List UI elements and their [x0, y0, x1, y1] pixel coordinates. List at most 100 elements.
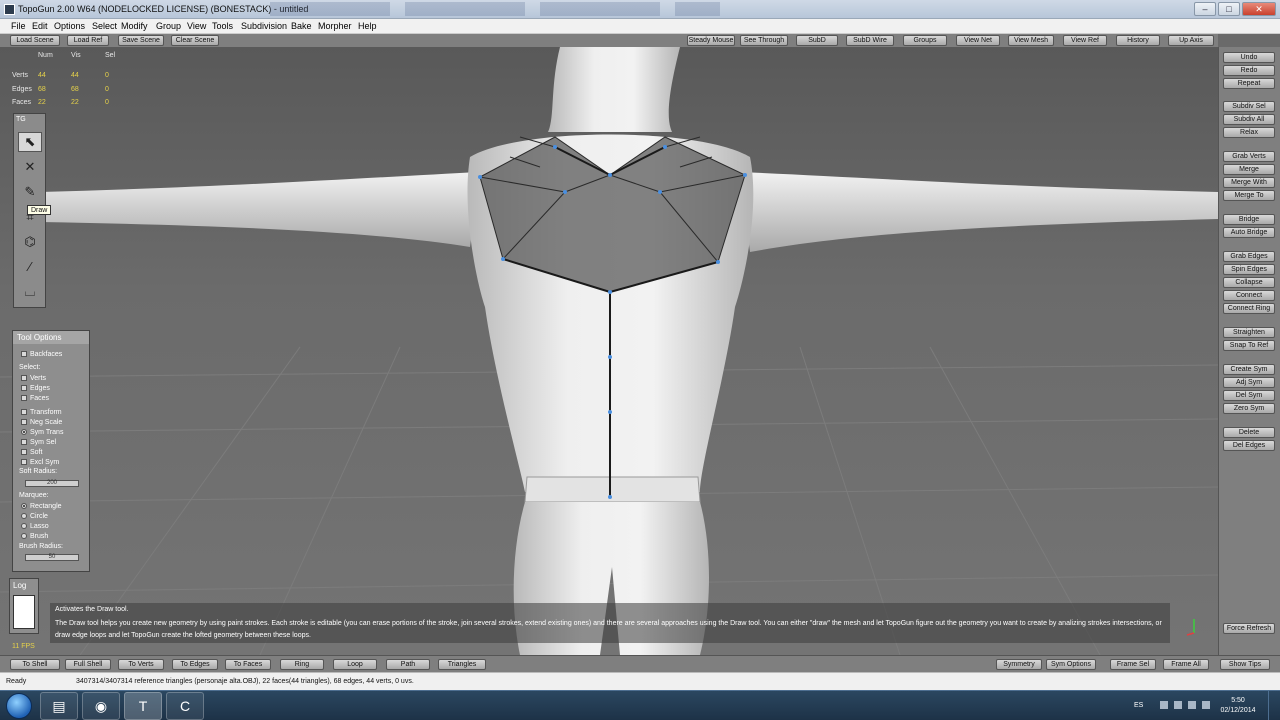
delete-button[interactable]: Delete [1223, 427, 1275, 438]
view-mesh-button[interactable]: View Mesh [1008, 35, 1054, 46]
folder-icon[interactable]: ▤ [40, 692, 78, 720]
create-sym-button[interactable]: Create Sym [1223, 364, 1275, 375]
menu-select[interactable]: Select [92, 21, 117, 31]
menu-help[interactable]: Help [358, 21, 377, 31]
merge-with-button[interactable]: Merge With [1223, 177, 1275, 188]
select-verts-checkbox[interactable]: Verts [21, 375, 46, 382]
frame-sel-button[interactable]: Frame Sel [1110, 659, 1156, 670]
groups-button[interactable]: Groups [903, 35, 947, 46]
log-output[interactable] [13, 595, 35, 629]
topogun-icon[interactable]: T [124, 692, 162, 720]
grab-verts-button[interactable]: Grab Verts [1223, 151, 1275, 162]
snap-to-ref-button[interactable]: Snap To Ref [1223, 340, 1275, 351]
merge-to-button[interactable]: Merge To [1223, 190, 1275, 201]
history-button[interactable]: History [1116, 35, 1160, 46]
menu-edit[interactable]: Edit [32, 21, 48, 31]
start-button-icon[interactable] [6, 693, 32, 719]
select-edges-checkbox[interactable]: Edges [21, 385, 50, 392]
marquee-rectangle-radio[interactable]: Rectangle [21, 503, 62, 510]
marquee-circle-radio[interactable]: Circle [21, 513, 48, 520]
repeat-button[interactable]: Repeat [1223, 78, 1275, 89]
collapse-button[interactable]: Collapse [1223, 277, 1275, 288]
zero-sym-button[interactable]: Zero Sym [1223, 403, 1275, 414]
menu-tools[interactable]: Tools [212, 21, 233, 31]
select-arrow-icon[interactable]: ⬉ [18, 132, 42, 152]
load-scene-button[interactable]: Load Scene [10, 35, 60, 46]
to-faces-button[interactable]: To Faces [225, 659, 271, 670]
auto-bridge-button[interactable]: Auto Bridge [1223, 227, 1275, 238]
chrome-icon[interactable]: ◉ [82, 692, 120, 720]
menu-subdivision[interactable]: Subdivision [241, 21, 287, 31]
transform-checkbox[interactable]: Transform [21, 409, 62, 416]
triangles-button[interactable]: Triangles [438, 659, 486, 670]
language-indicator[interactable]: ES [1134, 702, 1143, 709]
symmetry-button[interactable]: Symmetry [996, 659, 1042, 670]
ring-button[interactable]: Ring [280, 659, 324, 670]
redo-button[interactable]: Redo [1223, 65, 1275, 76]
show-desktop-button[interactable] [1268, 691, 1280, 720]
x-cross-icon[interactable]: ✕ [18, 157, 42, 177]
del-sym-button[interactable]: Del Sym [1223, 390, 1275, 401]
volume-icon[interactable] [1202, 701, 1210, 709]
see-through-button[interactable]: See Through [740, 35, 788, 46]
connect-ring-button[interactable]: Connect Ring [1223, 303, 1275, 314]
sym-options-button[interactable]: Sym Options [1046, 659, 1096, 670]
view-net-button[interactable]: View Net [956, 35, 1000, 46]
menu-modify[interactable]: Modify [121, 21, 148, 31]
close-button[interactable]: ✕ [1242, 2, 1276, 16]
flag-icon[interactable] [1174, 701, 1182, 709]
clock-time[interactable]: 5:50 [1218, 697, 1258, 704]
clear-scene-button[interactable]: Clear Scene [171, 35, 219, 46]
minimize-button[interactable]: – [1194, 2, 1216, 16]
subd-wire-button[interactable]: SubD Wire [846, 35, 894, 46]
menu-group[interactable]: Group [156, 21, 181, 31]
straighten-button[interactable]: Straighten [1223, 327, 1275, 338]
connect-button[interactable]: Connect [1223, 290, 1275, 301]
rectangle-tool-icon[interactable]: ⌴ [18, 282, 42, 302]
to-shell-button[interactable]: To Shell [10, 659, 60, 670]
full-shell-button[interactable]: Full Shell [65, 659, 111, 670]
subdiv-all-button[interactable]: Subdiv All [1223, 114, 1275, 125]
to-verts-button[interactable]: To Verts [118, 659, 164, 670]
3d-viewport[interactable] [0, 47, 1218, 655]
sym-sel-checkbox[interactable]: Sym Sel [21, 439, 56, 446]
bridge-button[interactable]: Bridge [1223, 214, 1275, 225]
subdiv-sel-button[interactable]: Subdiv Sel [1223, 101, 1275, 112]
steady-mouse-button[interactable]: Steady Mouse [687, 35, 735, 46]
force-refresh-button[interactable]: Force Refresh [1223, 623, 1275, 634]
soft-radius-slider[interactable]: 200 [25, 480, 79, 487]
merge-button[interactable]: Merge [1223, 164, 1275, 175]
backfaces-checkbox[interactable]: Backfaces [21, 351, 62, 358]
draw-pencil-icon[interactable]: ✎ [18, 182, 42, 202]
clock-date[interactable]: 02/12/2014 [1218, 707, 1258, 714]
neg-scale-checkbox[interactable]: Neg Scale [21, 419, 62, 426]
select-faces-checkbox[interactable]: Faces [21, 395, 49, 402]
excl-sym-checkbox[interactable]: Excl Sym [21, 459, 59, 466]
menu-morpher[interactable]: Morpher [318, 21, 352, 31]
brush-radius-slider[interactable]: 50 [25, 554, 79, 561]
menu-options[interactable]: Options [54, 21, 85, 31]
save-scene-button[interactable]: Save Scene [118, 35, 164, 46]
del-edges-button[interactable]: Del Edges [1223, 440, 1275, 451]
marquee-brush-radio[interactable]: Brush [21, 533, 48, 540]
frame-all-button[interactable]: Frame All [1163, 659, 1209, 670]
subd-button[interactable]: SubD [796, 35, 838, 46]
show-tips-button[interactable]: Show Tips [1220, 659, 1270, 670]
sym-trans-radio[interactable]: Sym Trans [21, 429, 63, 436]
network-icon[interactable] [1188, 701, 1196, 709]
adj-sym-button[interactable]: Adj Sym [1223, 377, 1275, 388]
camtasia-icon[interactable]: C [166, 692, 204, 720]
relax-button[interactable]: Relax [1223, 127, 1275, 138]
tray-icon[interactable] [1160, 701, 1168, 709]
to-edges-button[interactable]: To Edges [172, 659, 218, 670]
load-ref-button[interactable]: Load Ref [67, 35, 109, 46]
menu-bake[interactable]: Bake [291, 21, 312, 31]
brush-icon[interactable]: ∕ [18, 257, 42, 277]
marquee-lasso-radio[interactable]: Lasso [21, 523, 49, 530]
spin-edges-button[interactable]: Spin Edges [1223, 264, 1275, 275]
view-ref-button[interactable]: View Ref [1063, 35, 1107, 46]
soft-checkbox[interactable]: Soft [21, 449, 42, 456]
menu-view[interactable]: View [187, 21, 206, 31]
path-button[interactable]: Path [386, 659, 430, 670]
undo-button[interactable]: Undo [1223, 52, 1275, 63]
